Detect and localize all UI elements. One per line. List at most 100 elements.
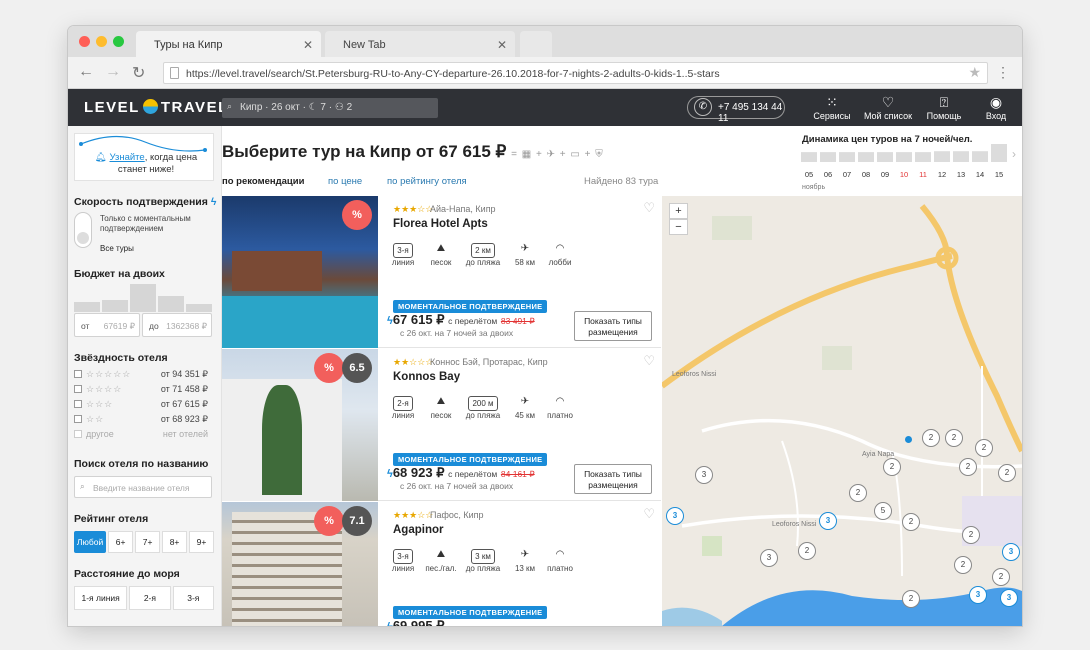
map-cluster[interactable]: 2	[922, 429, 940, 447]
rating-6[interactable]: 6+	[108, 531, 134, 553]
map-cluster[interactable]: 3	[666, 507, 684, 525]
map-cluster[interactable]: 2	[798, 542, 816, 560]
map-cluster[interactable]: 2	[998, 464, 1016, 482]
stars-4-filter[interactable]: ☆☆☆☆ от 71 458 ₽	[74, 384, 214, 395]
favorite-heart-icon[interactable]: ♡	[643, 200, 655, 216]
map-cluster[interactable]: 3	[760, 549, 778, 567]
map-cluster[interactable]: 2	[849, 484, 867, 502]
stars-5-filter[interactable]: ☆☆☆☆☆ от 94 351 ₽	[74, 369, 214, 380]
all-tours-option[interactable]: Все туры	[100, 244, 134, 253]
price-bar-06[interactable]	[820, 152, 836, 162]
price-bar-10[interactable]	[896, 152, 912, 162]
map-cluster[interactable]: 2	[945, 429, 963, 447]
phone-button[interactable]: ✆ +7 495 134 44 11	[687, 96, 785, 124]
reload-icon[interactable]: ↻	[132, 63, 145, 83]
budget-from-field[interactable]: от 67619 ₽	[74, 313, 140, 337]
rating-9[interactable]: 9+	[189, 531, 215, 553]
show-room-types-button[interactable]: Показать типы размещения	[574, 311, 652, 341]
favorite-heart-icon[interactable]: ♡	[643, 506, 655, 522]
search-summary-field[interactable]: ⌕ Кипр · 26 окт · ☾ 7 · ⚇ 2	[222, 98, 438, 118]
bell-icon: 🔔︎	[94, 152, 107, 163]
site-logo[interactable]: LEVEL TRAVEL	[84, 99, 229, 116]
stars-title: Звёздность отеля	[74, 352, 168, 364]
rating-8[interactable]: 8+	[162, 531, 188, 553]
stars-2-filter[interactable]: ☆☆ от 68 923 ₽	[74, 414, 214, 425]
instant-only-option[interactable]: Только с моментальным подтверждением	[100, 214, 200, 234]
stars-3-filter[interactable]: ☆☆☆ от 67 615 ₽	[74, 399, 214, 410]
map-cluster[interactable]: 5	[874, 502, 892, 520]
forward-icon[interactable]: →	[105, 63, 121, 81]
map-cluster[interactable]: 3	[969, 586, 987, 604]
sea-line-1[interactable]: 1-я линия	[74, 586, 128, 610]
hotel-card[interactable]: % ★★★☆☆ Айа-Напа, Кипр Florea Hotel Apts…	[222, 196, 661, 348]
stars-other-filter[interactable]: другое нет отелей	[74, 429, 214, 439]
price-bar-07[interactable]	[839, 152, 855, 162]
close-tab-icon[interactable]: ✕	[497, 38, 507, 52]
hotel-card[interactable]: % 7.1 ★★★☆☆ Пафос, Кипр Agapinor ♡ 3-я ли…	[222, 502, 661, 626]
map-cluster[interactable]: 3	[695, 466, 713, 484]
map-cluster[interactable]: 2	[954, 556, 972, 574]
map-cluster[interactable]: 2	[902, 513, 920, 531]
map-marker[interactable]	[905, 436, 912, 443]
price-bar-05[interactable]	[801, 152, 817, 162]
sea-line-3[interactable]: 3-я	[172, 586, 214, 610]
map-cluster[interactable]: 2	[975, 439, 993, 457]
bookmark-star-icon[interactable]: ★	[968, 64, 981, 81]
price-bar-08[interactable]	[858, 152, 874, 162]
map-cluster[interactable]: 2	[959, 458, 977, 476]
close-tab-icon[interactable]: ✕	[303, 38, 313, 52]
hotel-name[interactable]: Agapinor	[393, 524, 443, 536]
tab-cyprus-tours[interactable]: Туры на Кипр ✕	[136, 31, 321, 57]
nav-services[interactable]: ⁙ Сервисы	[804, 95, 860, 122]
back-icon[interactable]: ←	[78, 63, 94, 81]
rating-7[interactable]: 7+	[135, 531, 161, 553]
chevron-right-icon[interactable]: ›	[1012, 147, 1016, 161]
sort-price[interactable]: по цене	[328, 176, 362, 187]
menu-kebab-icon[interactable]: ⋮	[996, 64, 1010, 81]
zoom-in-button[interactable]: +	[669, 203, 688, 219]
hotel-photo[interactable]: %	[222, 196, 378, 348]
hotel-name[interactable]: Florea Hotel Apts	[393, 218, 488, 230]
map-cluster[interactable]: 2	[962, 526, 980, 544]
hotel-photo[interactable]: % 7.1	[222, 502, 378, 626]
nav-help[interactable]: ⍰ Помощь	[916, 95, 972, 122]
hotels-map[interactable]: Leoforos Nissi Leoforos Nissi Ayia Napa …	[662, 196, 1022, 626]
show-room-types-button[interactable]: Показать типы размещения	[574, 464, 652, 494]
old-price: 83 491 ₽	[500, 316, 535, 326]
map-cluster[interactable]: 3	[819, 512, 837, 530]
map-cluster[interactable]: 2	[902, 590, 920, 608]
address-bar[interactable]: https://level.travel/search/St.Petersbur…	[163, 62, 988, 84]
map-cluster[interactable]: 3	[1000, 589, 1018, 607]
budget-to-field[interactable]: до 1362368 ₽	[142, 313, 212, 337]
price-bar-15[interactable]	[991, 144, 1007, 162]
maximize-window-button[interactable]	[113, 36, 124, 47]
rating-any[interactable]: Любой	[74, 531, 107, 553]
price-bar-12[interactable]	[934, 151, 950, 162]
hotel-name-search-input[interactable]: ⌕ Введите название отеля	[74, 476, 212, 498]
tab-new-tab[interactable]: New Tab ✕	[325, 31, 515, 57]
zoom-out-button[interactable]: −	[669, 219, 688, 235]
sort-rating[interactable]: по рейтингу отеля	[387, 176, 467, 187]
price-bar-09[interactable]	[877, 152, 893, 162]
price-bar-14[interactable]	[972, 151, 988, 162]
close-window-button[interactable]	[79, 36, 90, 47]
nav-my-list[interactable]: ♡ Мой список	[860, 95, 916, 122]
map-cluster[interactable]: 2	[992, 568, 1010, 586]
hotel-photo[interactable]: % 6.5	[222, 349, 378, 501]
sort-recommended[interactable]: по рекомендации	[222, 176, 304, 187]
map-cluster[interactable]: 3	[1002, 543, 1020, 561]
hotel-name[interactable]: Konnos Bay	[393, 371, 460, 383]
map-cluster[interactable]: 2	[883, 458, 901, 476]
price-alert-promo[interactable]: 🔔︎ Узнайте, когда цена станет ниже!	[74, 133, 214, 181]
new-tab-button[interactable]	[520, 31, 552, 57]
minimize-window-button[interactable]	[96, 36, 107, 47]
hotel-card[interactable]: % 6.5 ★★☆☆☆ Коннос Бэй, Протарас, Кипр K…	[222, 349, 661, 501]
promo-link[interactable]: Узнайте	[109, 152, 144, 163]
price-bar-11[interactable]	[915, 152, 931, 162]
favorite-heart-icon[interactable]: ♡	[643, 353, 655, 369]
amenity-airport: ✈ 58 км	[505, 240, 545, 267]
nav-login[interactable]: ◉ Вход	[968, 95, 1022, 122]
sea-line-2[interactable]: 2-я	[129, 586, 171, 610]
confirm-speed-toggle[interactable]	[74, 212, 92, 248]
price-bar-13[interactable]	[953, 151, 969, 162]
